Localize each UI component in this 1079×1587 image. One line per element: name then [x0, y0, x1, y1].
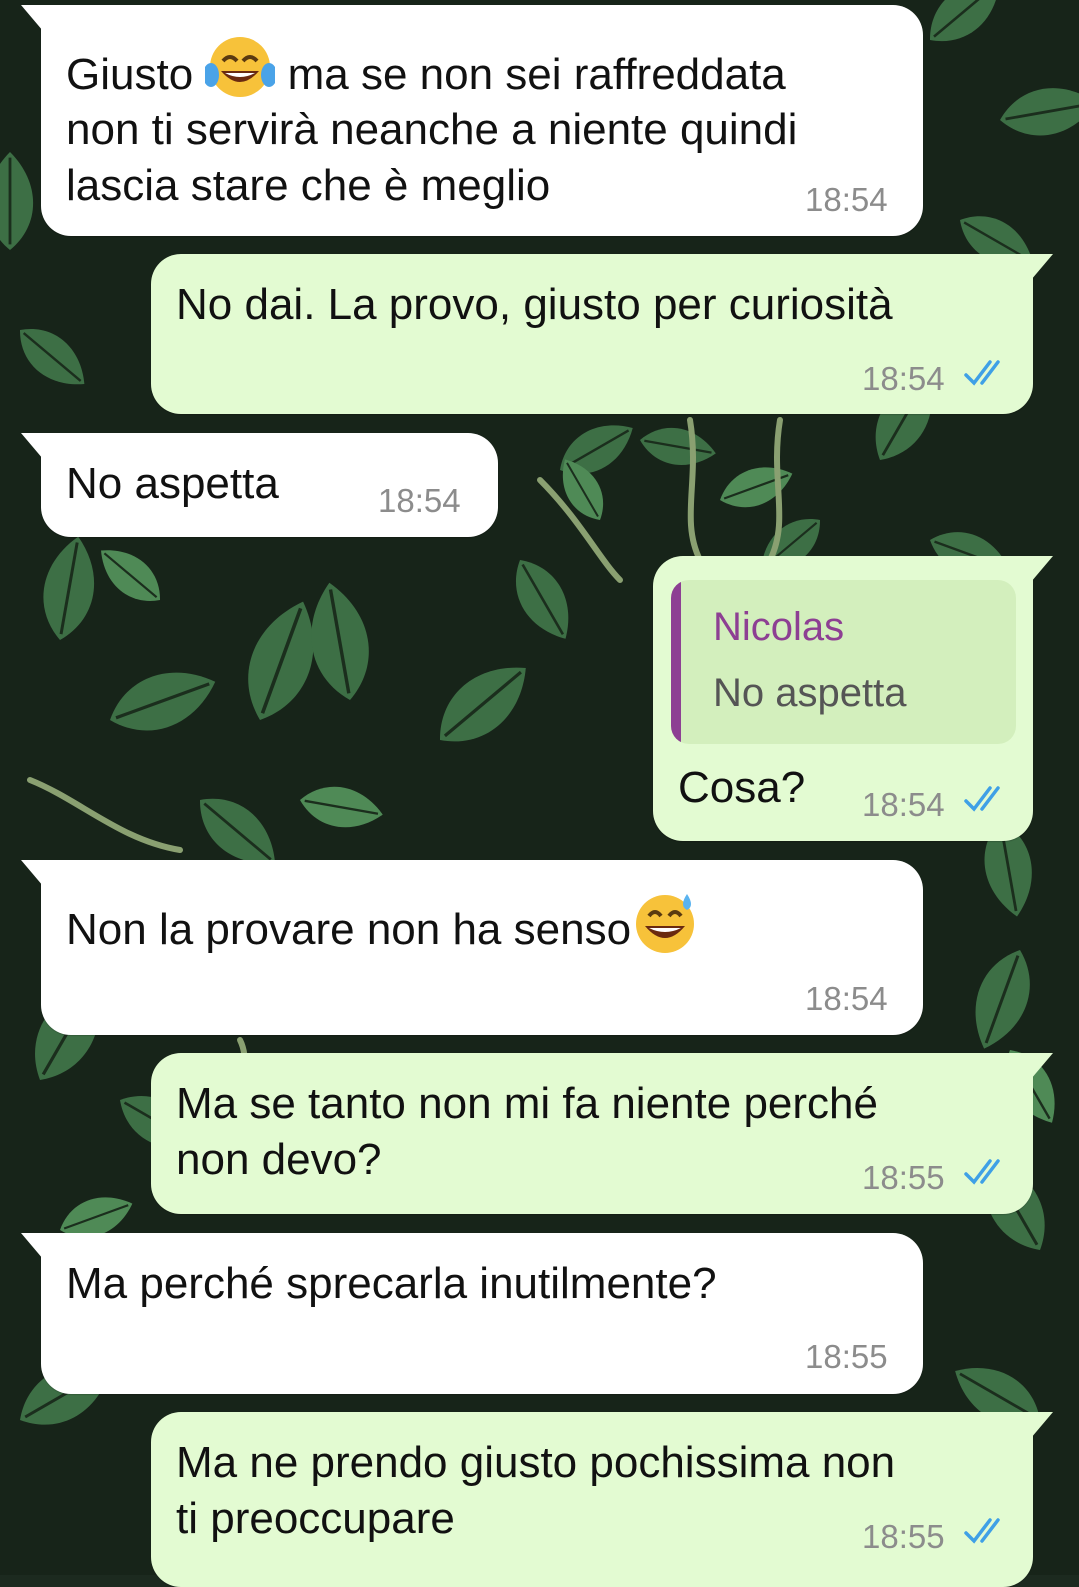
message-text: Non la provare non ha senso: [66, 890, 699, 969]
message-timestamp: 18:54: [378, 482, 461, 519]
message-text-line: Ma ne prendo giusto pochissima non: [176, 1438, 896, 1487]
message-text-line: lascia stare che è meglio: [66, 161, 551, 210]
message-bubble-incoming[interactable]: Ma perché sprecarla inutilmente? 18:55: [21, 1233, 923, 1394]
message-timestamp: 18:55: [862, 1518, 945, 1555]
double-check-read-icon: [964, 1518, 1000, 1544]
double-check-read-icon: [964, 1159, 1000, 1185]
message-text-part: ma se non sei raffreddata: [275, 50, 786, 99]
message-timestamp: 18:54: [862, 786, 945, 823]
message-bubble-outgoing-reply[interactable]: Nicolas No aspetta Cosa? 18:54: [653, 556, 1053, 841]
message-timestamp: 18:55: [805, 1338, 888, 1375]
message-bubble-incoming[interactable]: No aspetta 18:54: [21, 433, 498, 537]
message-text-line: ti preoccupare: [176, 1494, 455, 1543]
message-text-line: Ma se tanto non mi fa niente perché: [176, 1079, 878, 1128]
message-bubble-incoming[interactable]: Giusto ma se non sei raffreddata non ti …: [21, 5, 923, 236]
message-text: No aspetta: [66, 459, 279, 508]
message-text: Ma perché sprecarla inutilmente?: [66, 1259, 717, 1308]
message-timestamp: 18:54: [805, 980, 888, 1017]
message-timestamp: 18:55: [862, 1159, 945, 1196]
message-bubble-outgoing[interactable]: Ma ne prendo giusto pochissima non ti pr…: [151, 1412, 1053, 1587]
message-bubble-incoming[interactable]: Non la provare non ha senso 18:54: [21, 860, 923, 1035]
double-check-read-icon: [964, 360, 1000, 386]
message-text-part: Non la provare non ha senso: [66, 905, 632, 954]
grinning-face-with-sweat-icon: [631, 890, 699, 969]
message-bubble-outgoing[interactable]: No dai. La provo, giusto per curiosità 1…: [151, 254, 1053, 414]
message-text-line: non devo?: [176, 1135, 382, 1184]
message-text-part: Giusto: [66, 50, 206, 99]
message-timestamp: 18:54: [805, 181, 888, 218]
message-timestamp: 18:54: [862, 360, 945, 397]
double-check-read-icon: [964, 786, 1000, 812]
message-text: Cosa?: [678, 763, 806, 812]
quoted-text: No aspetta: [713, 671, 907, 715]
message-text: No dai. La provo, giusto per curiosità: [176, 280, 893, 329]
message-bubble-outgoing[interactable]: Ma se tanto non mi fa niente perché non …: [151, 1053, 1053, 1214]
quoted-message[interactable]: Nicolas No aspetta: [671, 580, 1016, 744]
quote-accent-bar: [671, 580, 681, 744]
message-text-line: non ti servirà neanche a niente quindi: [66, 105, 798, 154]
quoted-author: Nicolas: [713, 605, 845, 649]
